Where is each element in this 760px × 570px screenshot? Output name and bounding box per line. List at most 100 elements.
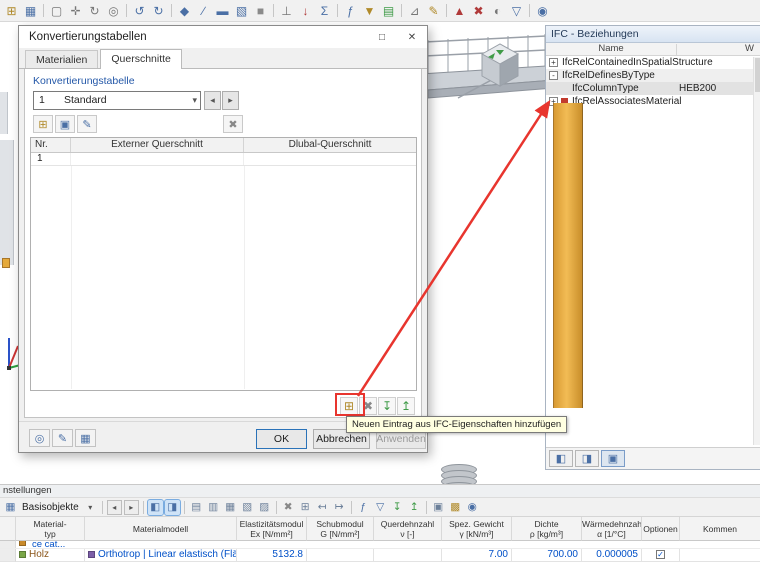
conversion-table-select[interactable]: 1 Standard ▾ [33, 91, 201, 110]
node-tool-icon[interactable]: ◆ [176, 2, 193, 19]
cell-waermedehnzahl[interactable]: 0.000005 [582, 549, 642, 562]
import-entries-button[interactable]: ↧ [378, 397, 396, 415]
3d-column-member[interactable] [553, 103, 583, 408]
surface-tool-icon[interactable]: ▧ [233, 2, 250, 19]
annotate-icon[interactable]: ✎ [425, 2, 442, 19]
expand-icon[interactable]: + [549, 58, 558, 67]
calculate-icon[interactable]: ƒ [342, 2, 359, 19]
tab-materialien[interactable]: Materialien [25, 50, 99, 68]
member-tool-icon[interactable]: ▬ [214, 2, 231, 19]
details-icon[interactable]: ◎ [29, 429, 50, 447]
partially-visible-row[interactable]: ce cat... [0, 541, 760, 549]
ifc-tree-row[interactable]: - IfcRelDefinesByType [546, 69, 760, 82]
table-category-label[interactable]: Basisobjekte [22, 502, 79, 513]
delete-load-icon[interactable]: ▲ [451, 2, 468, 19]
search-table-icon[interactable]: ◉ [465, 500, 480, 515]
import-table-icon[interactable]: ↧ [390, 500, 405, 515]
header-schubmodul[interactable]: Schubmodul G [N/mm²] [307, 517, 374, 541]
cell-materialmodell[interactable]: Orthotrop | Linear elastisch (Fläc... [85, 549, 237, 562]
search-icon[interactable]: ◉ [534, 2, 551, 19]
add-from-ifc-button[interactable]: ⊞ [340, 397, 358, 415]
material-table-row[interactable]: Holz Orthotrop | Linear elastisch (Fläc.… [0, 549, 760, 562]
previous-table-button[interactable]: ◂ [204, 91, 221, 110]
visibility-icon[interactable]: ◐ [489, 2, 506, 19]
cell-spez-gewicht[interactable]: 7.00 [442, 549, 512, 562]
results-icon[interactable]: ▼ [361, 2, 378, 19]
navigation-cube[interactable] [476, 40, 524, 94]
header-material-typ[interactable]: Material-typ [16, 517, 85, 541]
header-elastizitaetsmodul[interactable]: Elastizitätsmodul Ex [N/mm²] [237, 517, 307, 541]
chevron-down-icon[interactable]: ▾ [83, 500, 98, 515]
ifc-tab-relations[interactable]: ▣ [601, 450, 625, 467]
delete-entry-button[interactable]: ✖ [359, 397, 377, 415]
cell-dichte[interactable]: 700.00 [512, 549, 582, 562]
options-checkbox[interactable]: ✓ [656, 550, 665, 559]
scrollbar[interactable] [753, 57, 760, 445]
formula-icon[interactable]: ƒ [356, 500, 371, 515]
cell-extern[interactable] [71, 153, 244, 165]
support-tool-icon[interactable]: ⊥ [278, 2, 295, 19]
line-tool-icon[interactable]: ∕ [195, 2, 212, 19]
next-table-icon[interactable]: ▸ [123, 499, 139, 515]
manage-tables-icon[interactable]: ▦ [75, 429, 96, 447]
rename-table-icon[interactable]: ✎ [77, 115, 97, 133]
ok-button[interactable]: OK [256, 429, 307, 449]
header-querdehnzahl[interactable]: Querdehnzahl ν [-] [374, 517, 442, 541]
header-dichte[interactable]: Dichte ρ [kg/m³] [512, 517, 582, 541]
load-tool-icon[interactable]: ↓ [297, 2, 314, 19]
open-model-icon[interactable]: ▦ [22, 2, 39, 19]
table-hatch-icon[interactable]: ▧ [240, 500, 255, 515]
header-materialmodell[interactable]: Materialmodell [85, 517, 237, 541]
maximize-icon[interactable]: □ [367, 26, 397, 48]
header-kommentar[interactable]: Kommen [680, 517, 760, 541]
row-gutter[interactable] [0, 549, 16, 562]
cell-schubmodul[interactable] [307, 549, 374, 562]
next-table-button[interactable]: ▸ [222, 91, 239, 110]
filter-icon[interactable]: ▽ [508, 2, 525, 19]
cell-kommentar[interactable] [680, 549, 760, 562]
table-row[interactable]: 1 [31, 153, 416, 166]
ifc-tab-types[interactable]: ◨ [575, 450, 599, 467]
tables-icon[interactable]: ▤ [380, 2, 397, 19]
cell-material[interactable]: Holz [16, 549, 85, 562]
last-row-icon[interactable]: ↦ [332, 500, 347, 515]
scrollbar-thumb[interactable] [754, 58, 760, 92]
cell-querdehnzahl[interactable] [374, 549, 442, 562]
copy-table-icon[interactable]: ▣ [55, 115, 75, 133]
delete-icon[interactable]: ✖ [470, 2, 487, 19]
export-entries-button[interactable]: ↥ [397, 397, 415, 415]
redo-icon[interactable]: ↻ [150, 2, 167, 19]
ifc-tab-structure[interactable]: ◧ [549, 450, 573, 467]
cell-elastizitaetsmodul[interactable]: 5132.8 [237, 549, 307, 562]
new-model-icon[interactable]: ⊞ [3, 2, 20, 19]
cell-optionen[interactable]: ✓ [642, 549, 680, 562]
table-columns-icon[interactable]: ▥ [206, 500, 221, 515]
table-toggle-right-icon[interactable]: ◨ [163, 498, 181, 516]
section-cut-icon[interactable]: ⊿ [406, 2, 423, 19]
table-grid-icon[interactable]: ▦ [223, 500, 238, 515]
tab-querschnitte[interactable]: Querschnitte [100, 49, 182, 69]
delete-table-icon[interactable]: ✖ [223, 115, 243, 133]
filter-rows-icon[interactable]: ▽ [373, 500, 388, 515]
table-toggle-left-icon[interactable]: ◧ [146, 498, 164, 516]
insert-row-icon[interactable]: ⊞ [298, 500, 313, 515]
close-icon[interactable]: ✕ [397, 26, 427, 48]
header-waermedehnzahl[interactable]: Wärmedehnzahl α [1/°C] [582, 517, 642, 541]
ifc-tree-row[interactable]: + IfcRelContainedInSpatialStructure [546, 56, 760, 69]
rotate-view-icon[interactable]: ↻ [86, 2, 103, 19]
select-arrow-icon[interactable]: ▢ [48, 2, 65, 19]
first-row-icon[interactable]: ↤ [315, 500, 330, 515]
load-case-icon[interactable]: Σ [316, 2, 333, 19]
new-table-icon[interactable]: ⊞ [33, 115, 53, 133]
cell-nr[interactable]: 1 [31, 153, 71, 165]
header-spez-gewicht[interactable]: Spez. Gewicht γ [kN/m³] [442, 517, 512, 541]
zoom-view-icon[interactable]: ◎ [105, 2, 122, 19]
header-optionen[interactable]: Optionen [642, 517, 680, 541]
cell-dlubal[interactable] [244, 153, 416, 165]
color-scale-icon[interactable]: ▩ [448, 500, 463, 515]
pan-icon[interactable]: ✛ [67, 2, 84, 19]
edit-settings-icon[interactable]: ✎ [52, 429, 73, 447]
ifc-tree-row-selected[interactable]: IfcColumnType HEB200 [546, 82, 760, 95]
previous-table-icon[interactable]: ◂ [106, 499, 122, 515]
collapse-icon[interactable]: - [549, 71, 558, 80]
